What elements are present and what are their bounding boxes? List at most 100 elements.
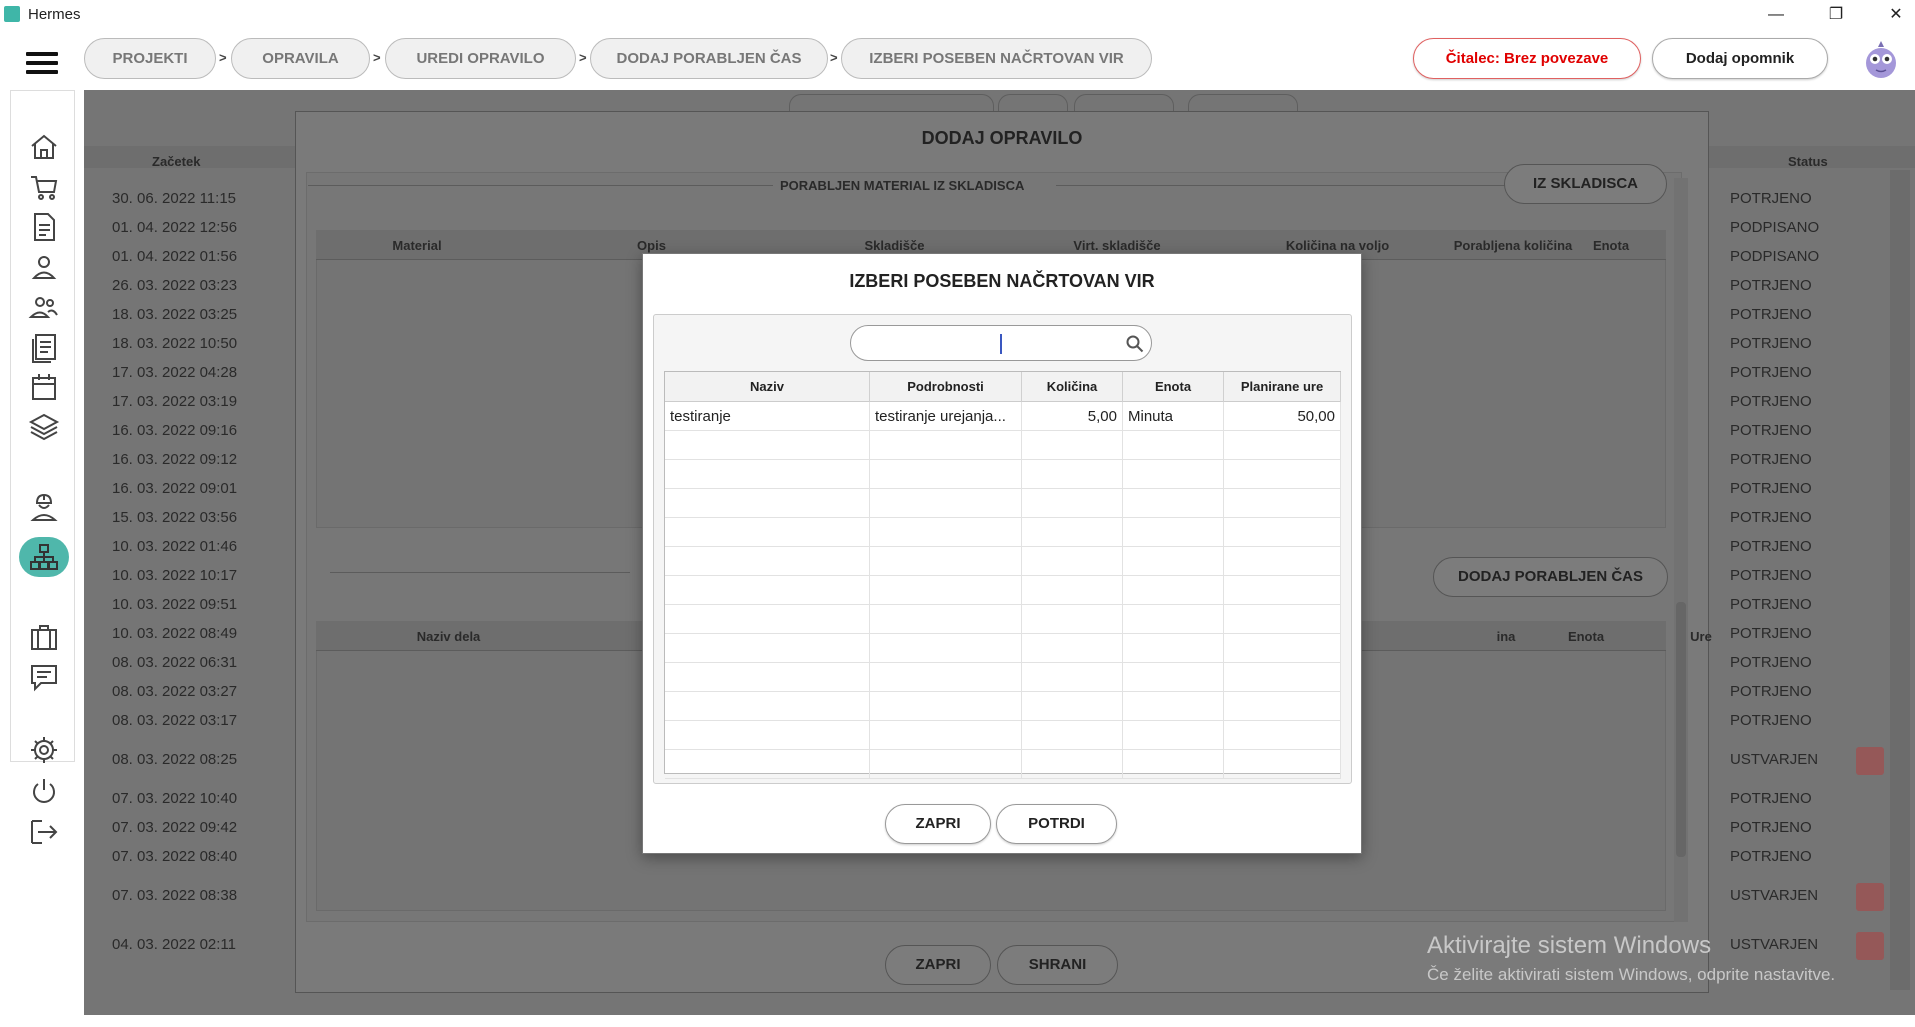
background-row-status: PODPISANO <box>1730 248 1820 265</box>
confirm-button[interactable]: POTRDI <box>996 804 1117 844</box>
breadcrumb-izberi-vir[interactable]: IZBERI POSEBEN NAČRTOVAN VIR <box>841 38 1152 79</box>
hierarchy-icon[interactable] <box>28 541 60 573</box>
home-icon[interactable] <box>28 131 60 163</box>
table-row[interactable]: testiranje testiranje urejanja... 5,00 Minu… <box>665 402 1341 431</box>
work-column-header: ina <box>1496 629 1516 644</box>
table-cell-ure <box>1224 576 1341 605</box>
edit-icon[interactable] <box>1856 883 1884 911</box>
logout-icon[interactable] <box>28 816 60 848</box>
table-cell-podrobnosti <box>870 547 1022 576</box>
background-row-status: POTRJENO <box>1730 819 1812 836</box>
table-cell-enota <box>1123 634 1224 663</box>
edit-icon[interactable] <box>1856 932 1884 960</box>
background-row-status: USTVARJEN <box>1730 936 1819 953</box>
column-header[interactable]: Podrobnosti <box>870 372 1022 402</box>
table-cell-enota <box>1123 692 1224 721</box>
background-row-status: POTRJENO <box>1730 683 1812 700</box>
parent-save-button[interactable]: SHRANI <box>997 945 1118 985</box>
table-row <box>665 663 1341 692</box>
list-icon[interactable] <box>28 331 60 363</box>
background-row-status: POTRJENO <box>1730 567 1812 584</box>
from-storage-button[interactable]: IZ SKLADISCA <box>1504 164 1667 204</box>
breadcrumb-projekti[interactable]: PROJEKTI <box>84 38 216 79</box>
breadcrumb-dodaj-porabljen-cas[interactable]: DODAJ PORABLJEN ČAS <box>590 38 828 79</box>
user-icon[interactable] <box>28 251 60 283</box>
table-row <box>665 431 1341 460</box>
table-cell-naziv <box>665 576 870 605</box>
breadcrumb-separator: > <box>219 50 227 65</box>
background-row-start: 10. 03. 2022 01:46 <box>112 538 238 555</box>
background-row-start: 18. 03. 2022 10:50 <box>112 335 238 352</box>
table-cell-ure: 50,00 <box>1224 402 1341 431</box>
background-row-start: 10. 03. 2022 10:17 <box>112 567 238 584</box>
column-header[interactable]: Planirane ure <box>1224 372 1341 402</box>
background-row-status: POTRJENO <box>1730 451 1812 468</box>
calendar-icon[interactable] <box>28 371 60 403</box>
table-cell-enota <box>1123 605 1224 634</box>
background-row-start: 17. 03. 2022 04:28 <box>112 364 238 381</box>
close-window-button[interactable]: ✕ <box>1873 2 1915 28</box>
column-header[interactable]: Enota <box>1123 372 1224 402</box>
document-icon[interactable] <box>28 211 60 243</box>
sidebar <box>10 90 75 844</box>
worker-icon[interactable] <box>28 491 60 523</box>
close-button[interactable]: ZAPRI <box>885 804 991 844</box>
menu-icon[interactable] <box>26 52 58 74</box>
window-title: Hermes <box>28 6 81 23</box>
table-row <box>665 460 1341 489</box>
power-icon[interactable] <box>28 775 60 807</box>
table-cell-podrobnosti <box>870 750 1022 779</box>
table-cell-ure <box>1224 547 1341 576</box>
background-row-status: POTRJENO <box>1730 422 1812 439</box>
column-header-status: Status <box>1788 154 1828 169</box>
table-cell-podrobnosti <box>870 663 1022 692</box>
add-consumed-time-button[interactable]: DODAJ PORABLJEN ČAS <box>1433 557 1668 597</box>
material-column-header: Opis <box>637 238 666 253</box>
table-cell-ure <box>1224 692 1341 721</box>
minimize-button[interactable]: — <box>1753 2 1799 28</box>
table-cell-kolicina <box>1022 663 1123 692</box>
table-cell-kolicina <box>1022 431 1123 460</box>
background-row-status: POTRJENO <box>1730 190 1812 207</box>
modal-title: IZBERI POSEBEN NAČRTOVAN VIR <box>849 271 1155 291</box>
background-row-start: 07. 03. 2022 10:40 <box>112 790 238 807</box>
select-resource-modal: IZBERI POSEBEN NAČRTOVAN VIR Naziv Podrob… <box>642 253 1362 854</box>
table-cell-naziv <box>665 431 870 460</box>
background-row-status: POTRJENO <box>1730 625 1812 642</box>
search-icon[interactable] <box>1126 335 1144 353</box>
column-header[interactable]: Količina <box>1022 372 1123 402</box>
table-cell-naziv <box>665 605 870 634</box>
maximize-button[interactable]: ❐ <box>1813 2 1859 28</box>
search-input[interactable] <box>850 325 1152 361</box>
breadcrumb-separator: > <box>579 50 587 65</box>
chat-icon[interactable] <box>28 661 60 693</box>
background-row-start: 08. 03. 2022 03:17 <box>112 712 238 729</box>
table-cell-ure <box>1224 634 1341 663</box>
cart-icon[interactable] <box>28 171 60 203</box>
background-row-start: 08. 03. 2022 06:31 <box>112 654 238 671</box>
table-cell-naziv <box>665 547 870 576</box>
background-row-status: USTVARJEN <box>1730 887 1819 904</box>
breadcrumb-uredi-opravilo[interactable]: UREDI OPRAVILO <box>385 38 576 79</box>
background-row-status: POTRJENO <box>1730 509 1812 526</box>
table-cell-enota <box>1123 663 1224 692</box>
briefcase-icon[interactable] <box>28 621 60 653</box>
background-row-start: 08. 03. 2022 03:27 <box>112 683 238 700</box>
background-row-start: 16. 03. 2022 09:12 <box>112 451 238 468</box>
breadcrumb-opravila[interactable]: OPRAVILA <box>231 38 370 79</box>
background-row-status: POTRJENO <box>1730 306 1812 323</box>
settings-icon[interactable] <box>28 734 60 766</box>
parent-close-button[interactable]: ZAPRI <box>885 945 991 985</box>
reader-status-button[interactable]: Čitalec: Brez povezave <box>1413 38 1641 79</box>
table-cell-naziv <box>665 518 870 547</box>
background-row-start: 04. 03. 2022 02:11 <box>112 936 236 953</box>
layers-icon[interactable] <box>28 411 60 443</box>
add-reminder-button[interactable]: Dodaj opomnik <box>1652 38 1828 79</box>
column-header[interactable]: Naziv <box>665 372 870 402</box>
work-column-header: Enota <box>1567 629 1605 644</box>
background-row-status: POTRJENO <box>1730 480 1812 497</box>
users-icon[interactable] <box>28 291 60 323</box>
material-column-header: Količina na voljo <box>1285 238 1390 253</box>
edit-icon[interactable] <box>1856 747 1884 775</box>
avatar[interactable] <box>1862 39 1900 79</box>
